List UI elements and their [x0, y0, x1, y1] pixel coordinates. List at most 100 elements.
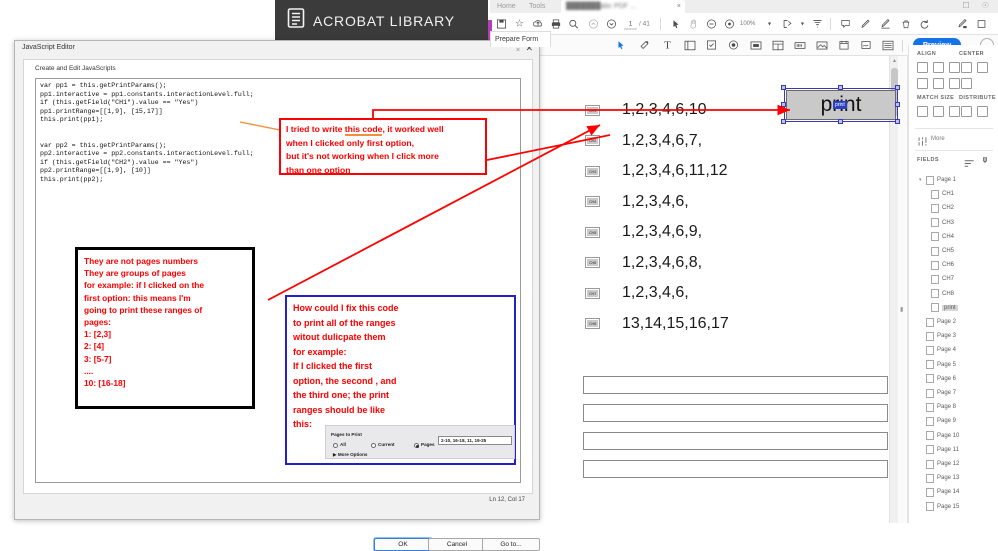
- text-field-row[interactable]: [583, 404, 888, 422]
- chevron-down-icon[interactable]: ▾: [795, 16, 810, 31]
- checkbox-icon-ch7[interactable]: CH7: [585, 288, 600, 299]
- field-tree-item-page-6[interactable]: Page 6: [909, 372, 998, 386]
- date-field-icon[interactable]: [836, 38, 851, 53]
- field-tree-item-page-10[interactable]: Page 10: [909, 429, 998, 443]
- text-field-row[interactable]: [583, 376, 888, 394]
- filter-icon[interactable]: [981, 155, 992, 166]
- dropdown-icon[interactable]: [770, 38, 785, 53]
- tab-home[interactable]: Home: [492, 0, 521, 13]
- field-tree-item-page-5[interactable]: Page 5: [909, 358, 998, 372]
- cancel-button[interactable]: Cancel: [428, 538, 486, 551]
- goto-button[interactable]: Go to...: [482, 538, 540, 551]
- panel-splitter[interactable]: ▮: [898, 56, 908, 523]
- align-right-icon[interactable]: [949, 62, 960, 73]
- checkbox-icon-ch8[interactable]: CH8: [585, 318, 600, 329]
- field-tree-item-page-3[interactable]: Page 3: [909, 329, 998, 343]
- field-tree-item-ch8[interactable]: CH8: [909, 287, 998, 301]
- field-tree-item-ch2[interactable]: CH2: [909, 201, 998, 215]
- sort-icon[interactable]: [964, 155, 975, 166]
- field-tree-item-ch5[interactable]: CH5: [909, 244, 998, 258]
- field-tree-item-ch4[interactable]: CH4: [909, 230, 998, 244]
- field-tree-item-page-7[interactable]: Page 7: [909, 386, 998, 400]
- zoom-level-label[interactable]: 100%: [740, 21, 755, 27]
- text-field-row[interactable]: [583, 432, 888, 450]
- align-center-horizontal-icon[interactable]: [933, 62, 944, 73]
- field-tree-item-ch7[interactable]: CH7: [909, 272, 998, 286]
- splitter-grip-icon[interactable]: ▮: [900, 306, 903, 313]
- redact-icon[interactable]: [955, 16, 970, 31]
- delete-icon[interactable]: [898, 16, 913, 31]
- text-field-icon[interactable]: T: [660, 38, 675, 53]
- checkbox-icon-ch2[interactable]: CH2: [585, 135, 600, 146]
- selection-handle-mr[interactable]: [895, 102, 900, 107]
- selection-handle-ml[interactable]: [781, 102, 786, 107]
- more-options-toggle[interactable]: ▶ More Options: [333, 448, 367, 463]
- field-tree-item-ch6[interactable]: CH6: [909, 258, 998, 272]
- field-tree-item-page-8[interactable]: Page 8: [909, 400, 998, 414]
- align-left-icon[interactable]: [917, 62, 928, 73]
- center-horizontal-icon[interactable]: [961, 62, 972, 73]
- search-icon[interactable]: [566, 16, 581, 31]
- field-tree-item-page-4[interactable]: Page 4: [909, 343, 998, 357]
- checkbox-row-ch4[interactable]: CH41,2,3,4,6,: [585, 193, 689, 211]
- cursor-icon[interactable]: [668, 16, 683, 31]
- image-field-icon[interactable]: [814, 38, 829, 53]
- chevron-down-icon[interactable]: ▾: [919, 177, 926, 183]
- field-tree-item-ch3[interactable]: CH3: [909, 216, 998, 230]
- list-box-icon[interactable]: [682, 38, 697, 53]
- tab-document[interactable]: ███████abc PDF ... ×: [561, 0, 685, 13]
- comment-icon[interactable]: [838, 16, 853, 31]
- checkbox-icon-ch3[interactable]: CH3: [585, 166, 600, 177]
- selection-handle-tl[interactable]: [781, 85, 786, 90]
- checkbox-icon[interactable]: [704, 38, 719, 53]
- close-icon[interactable]: ×: [677, 0, 681, 13]
- cloud-upload-icon[interactable]: [530, 16, 545, 31]
- checkbox-row-ch6[interactable]: CH61,2,3,4,6,8,: [585, 254, 702, 272]
- ok-button[interactable]: OK: [374, 538, 432, 551]
- next-page-icon[interactable]: [604, 16, 619, 31]
- radio-button-icon[interactable]: [726, 38, 741, 53]
- previous-page-icon[interactable]: [586, 16, 601, 31]
- center-both-icon[interactable]: [961, 78, 972, 89]
- list-field-icon[interactable]: [880, 38, 895, 53]
- match-height-icon[interactable]: [933, 106, 944, 117]
- checkbox-row-ch2[interactable]: CH21,2,3,4,6,7,: [585, 132, 702, 150]
- radio-current[interactable]: Current: [371, 438, 395, 453]
- field-tree-item-page-13[interactable]: Page 13: [909, 471, 998, 485]
- save-icon[interactable]: [494, 16, 509, 31]
- select-object-icon[interactable]: [613, 38, 628, 53]
- field-tree-item-print[interactable]: print: [909, 301, 998, 315]
- field-tree-item-page-12[interactable]: Page 12: [909, 457, 998, 471]
- pages-range-input[interactable]: 2-10, 16-18, 11, 19-25: [438, 436, 512, 445]
- scroll-mode-icon[interactable]: [810, 16, 825, 31]
- page-number-input[interactable]: 1: [624, 18, 637, 29]
- selection-handle-bl[interactable]: [781, 119, 786, 124]
- align-bottom-icon[interactable]: [949, 78, 960, 89]
- checkbox-icon-ch5[interactable]: CH5: [585, 227, 600, 238]
- close-icon[interactable]: ×: [516, 47, 520, 54]
- barcode-icon[interactable]: [792, 38, 807, 53]
- checkbox-icon-ch6[interactable]: CH6: [585, 257, 600, 268]
- scroll-up-icon[interactable]: ▲: [892, 58, 897, 64]
- more-icon[interactable]: [974, 16, 989, 31]
- tab-tools[interactable]: Tools: [524, 0, 550, 13]
- rotate-icon[interactable]: [917, 16, 932, 31]
- checkbox-row-ch5[interactable]: CH51,2,3,4,6,9,: [585, 223, 702, 241]
- chevron-down-icon[interactable]: ▾: [762, 16, 777, 31]
- align-middle-vertical-icon[interactable]: [933, 78, 944, 89]
- distribute-horizontal-icon[interactable]: [977, 106, 988, 117]
- checkbox-icon-ch1[interactable]: CH1: [585, 105, 600, 116]
- field-tree-item-page-15[interactable]: Page 15: [909, 500, 998, 514]
- star-icon[interactable]: ☆: [512, 16, 527, 31]
- tools-icon[interactable]: [917, 134, 928, 145]
- checkbox-row-ch3[interactable]: CH31,2,3,4,6,11,12: [585, 162, 728, 180]
- selection-handle-tr[interactable]: [895, 85, 900, 90]
- selection-handle-tc[interactable]: [838, 85, 843, 90]
- zoom-out-icon[interactable]: [704, 16, 719, 31]
- window-controls[interactable]: ☐ ☉: [962, 1, 994, 10]
- wand-icon[interactable]: [637, 38, 652, 53]
- hand-icon[interactable]: [686, 16, 701, 31]
- fit-page-icon[interactable]: [780, 16, 795, 31]
- field-tree-item-page-14[interactable]: Page 14: [909, 485, 998, 499]
- selection-handle-br[interactable]: [895, 119, 900, 124]
